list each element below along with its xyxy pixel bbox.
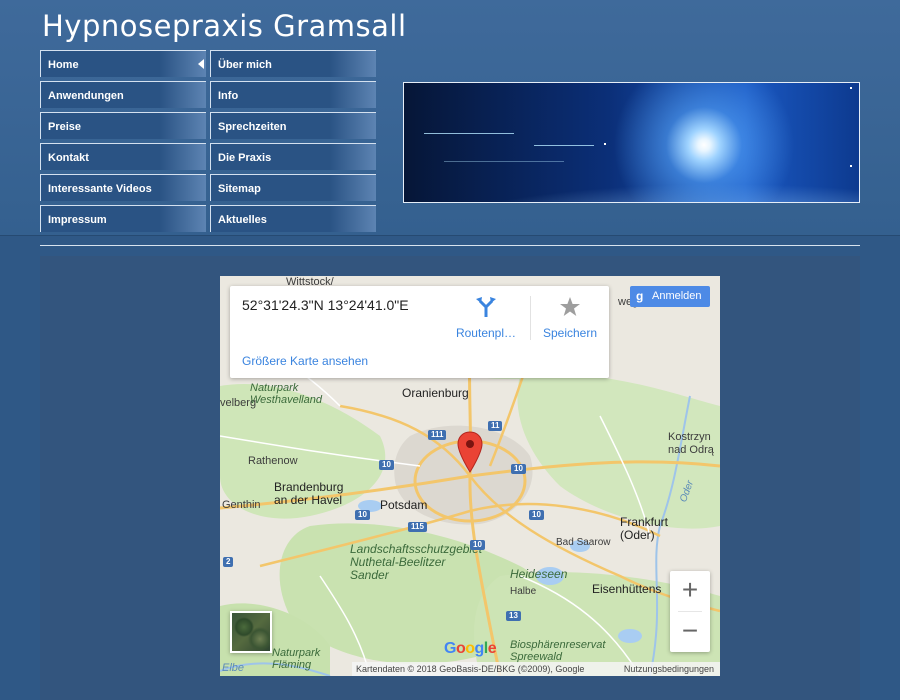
zoom-control: + − bbox=[670, 571, 710, 652]
directions-button[interactable]: Routenpl… bbox=[452, 296, 520, 340]
banner-star bbox=[850, 165, 852, 167]
coordinates-text: 52°31'24.3"N 13°24'41.0"E bbox=[242, 297, 409, 313]
google-logo: Google bbox=[444, 640, 497, 657]
map-attribution: Kartendaten © 2018 GeoBasis-DE/BKG (©200… bbox=[352, 662, 720, 676]
road-shield: 11 bbox=[488, 421, 503, 431]
road-shield: 13 bbox=[506, 611, 521, 621]
road-shield: 10 bbox=[529, 510, 544, 520]
road-shield: 10 bbox=[379, 460, 394, 470]
zoom-out-button[interactable]: − bbox=[670, 612, 710, 652]
nav-item-die-praxis[interactable]: Die Praxis bbox=[210, 143, 376, 170]
map-label-kostrzyn: Kostrzyn nad Odrą bbox=[668, 431, 714, 456]
map-label-genthin: Genthin bbox=[222, 499, 261, 511]
save-label: Speichern bbox=[542, 326, 598, 340]
map-label-landschaftsschutzgebiet: Landschaftsschutzgebiet Nuthetal-Beelitz… bbox=[350, 542, 483, 582]
map-label-heideseen: Heideseen bbox=[510, 567, 568, 581]
google-g-icon: g bbox=[636, 289, 644, 303]
nav-item-preise[interactable]: Preise bbox=[40, 112, 206, 139]
zoom-in-button[interactable]: + bbox=[670, 571, 710, 611]
nav-item-ueber-mich[interactable]: Über mich bbox=[210, 50, 376, 77]
map-label-rathenow: Rathenow bbox=[248, 455, 298, 467]
nav-item-anwendungen[interactable]: Anwendungen bbox=[40, 81, 206, 108]
banner-light-streak bbox=[444, 161, 564, 162]
nav-item-sitemap[interactable]: Sitemap bbox=[210, 174, 376, 201]
banner-star bbox=[604, 143, 606, 145]
map-label-bad-saarow: Bad Saarow bbox=[556, 537, 611, 548]
star-icon bbox=[560, 297, 580, 316]
road-shield: 2 bbox=[223, 557, 234, 567]
content-divider bbox=[40, 245, 860, 246]
terms-of-use-link[interactable]: Nutzungsbedingungen bbox=[624, 664, 714, 674]
attribution-text: Kartendaten © 2018 GeoBasis-DE/BKG (©200… bbox=[356, 664, 585, 674]
directions-icon bbox=[476, 297, 496, 317]
main-nav-column-2: Über mich Info Sprechzeiten Die Praxis S… bbox=[210, 50, 376, 236]
satellite-view-toggle[interactable] bbox=[230, 611, 272, 653]
view-larger-map-link[interactable]: Größere Karte ansehen bbox=[242, 354, 368, 368]
banner-light-streak bbox=[424, 133, 514, 134]
place-info-card: 52°31'24.3"N 13°24'41.0"E Routenpl… Spei… bbox=[230, 286, 609, 378]
card-separator bbox=[530, 296, 531, 340]
road-shield: 10 bbox=[470, 540, 485, 550]
nav-item-interessante-videos[interactable]: Interessante Videos bbox=[40, 174, 206, 201]
map-label-brandenburg: Brandenburg an der Havel bbox=[274, 480, 344, 507]
site-header: Hypnosepraxis Gramsall Home Anwendungen … bbox=[0, 0, 900, 236]
directions-label: Routenpl… bbox=[455, 326, 517, 340]
nav-item-sprechzeiten[interactable]: Sprechzeiten bbox=[210, 112, 376, 139]
map-label-biosphaerenreservat: Biosphärenreservat Spreewald bbox=[510, 639, 606, 663]
map-label-halbe: Halbe bbox=[510, 586, 537, 597]
road-shield: 115 bbox=[408, 522, 427, 532]
nav-item-home[interactable]: Home bbox=[40, 50, 206, 77]
road-shield: 10 bbox=[511, 464, 526, 474]
map-label-potsdam: Potsdam bbox=[380, 498, 428, 512]
road-shield: 111 bbox=[428, 430, 447, 440]
banner-star bbox=[850, 87, 852, 89]
map-label-oranienburg: Oranienburg bbox=[402, 386, 469, 400]
map-label-naturpark-flaeming: Naturpark Fläming bbox=[272, 647, 321, 671]
location-pin-icon[interactable] bbox=[457, 431, 483, 473]
site-title: Hypnosepraxis Gramsall bbox=[42, 9, 407, 43]
header-banner-image bbox=[403, 82, 860, 203]
save-button[interactable]: Speichern bbox=[538, 296, 602, 340]
nav-item-aktuelles[interactable]: Aktuelles bbox=[210, 205, 376, 232]
nav-item-impressum[interactable]: Impressum bbox=[40, 205, 206, 232]
main-nav-column-1: Home Anwendungen Preise Kontakt Interess… bbox=[40, 50, 206, 236]
nav-item-kontakt[interactable]: Kontakt bbox=[40, 143, 206, 170]
banner-light-streak bbox=[534, 145, 594, 146]
nav-item-info[interactable]: Info bbox=[210, 81, 376, 108]
road-shield: 10 bbox=[355, 510, 370, 520]
map-label-frankfurt-oder: Frankfurt (Oder) bbox=[620, 515, 669, 542]
map-label-elbe: Elbe bbox=[222, 662, 245, 674]
sign-in-label: Anmelden bbox=[652, 290, 702, 302]
map-label-naturpark-westhavelland: Naturpark Westhavelland bbox=[250, 382, 322, 406]
embedded-google-map[interactable]: Wittstock/ velberg weg Oranienburg Natur… bbox=[220, 276, 720, 676]
sign-in-button[interactable]: g Anmelden bbox=[630, 286, 710, 307]
map-label-eisenhuettenstadt: Eisenhüttens bbox=[592, 582, 662, 596]
